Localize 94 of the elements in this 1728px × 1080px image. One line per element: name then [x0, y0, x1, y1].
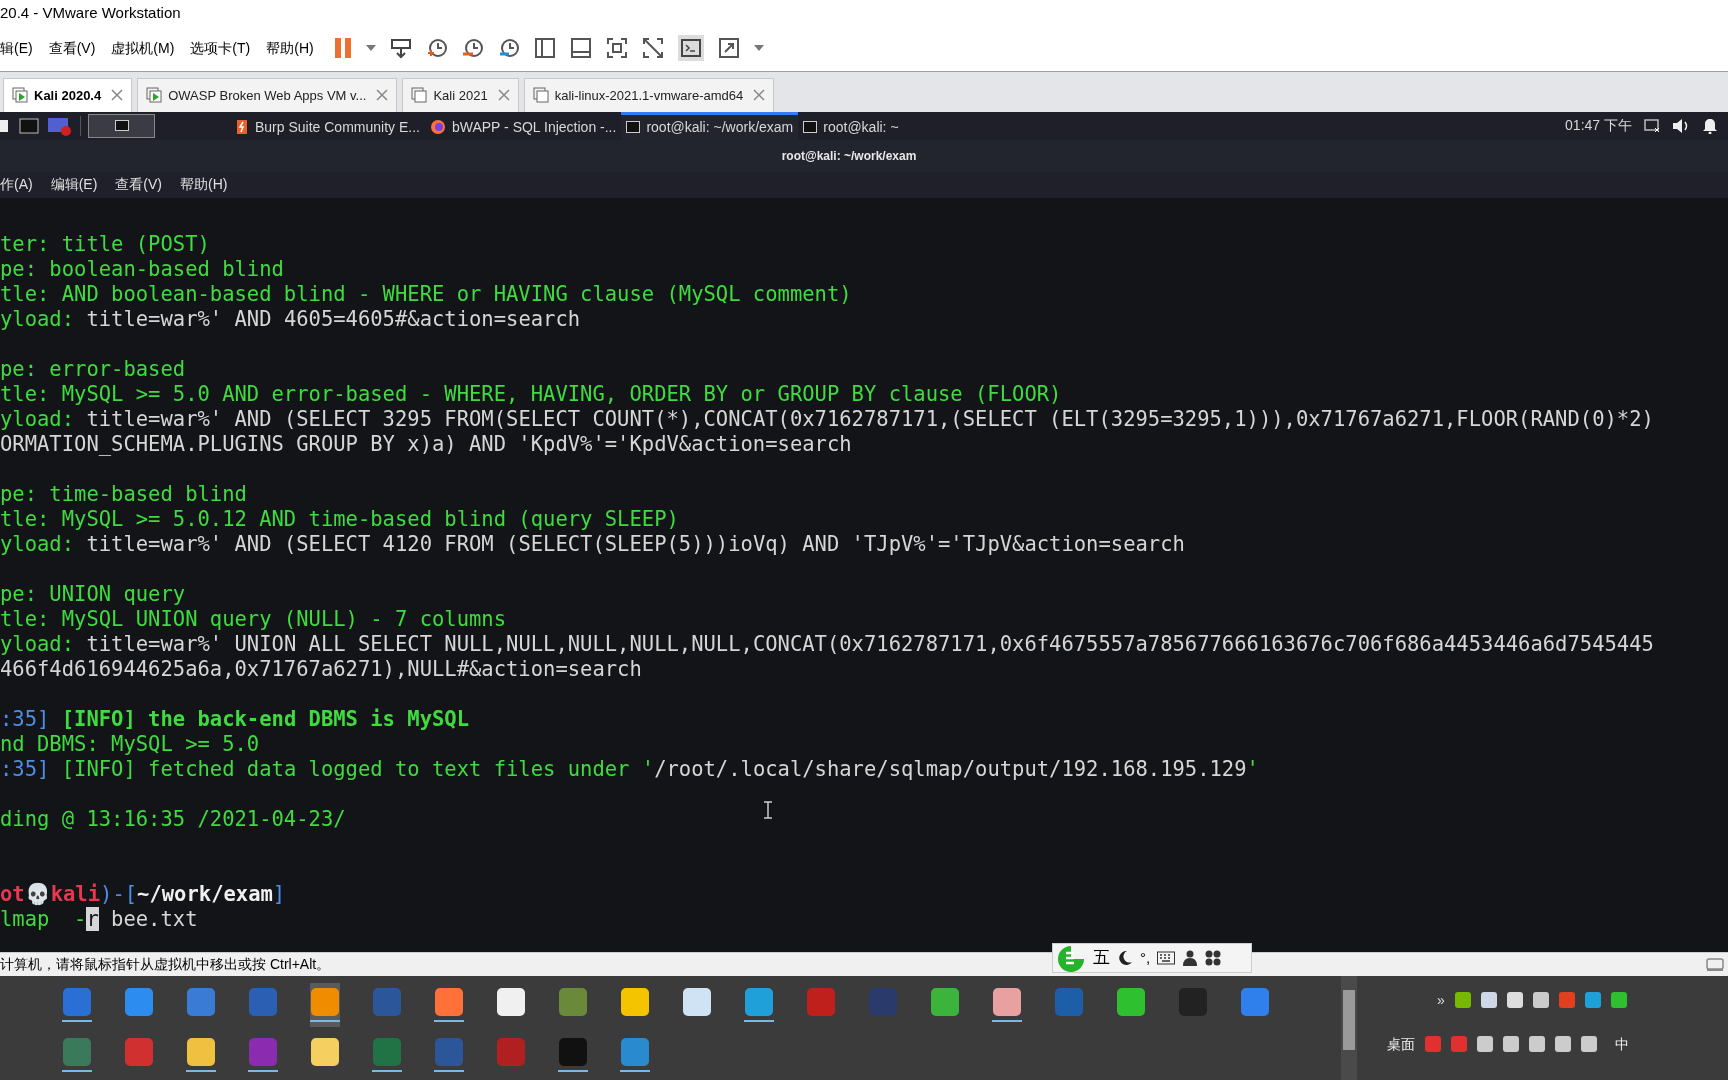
- snapshot-manager-icon[interactable]: [497, 37, 520, 60]
- running-vm-icon: [146, 87, 163, 104]
- terminal-line: yload: title=war%' AND (SELECT 4120 FROM (SELECT(SLEEP(5)))ioVq) AND 'TJpV%'='TJpV&action=search: [0, 531, 1185, 557]
- vm-tab[interactable]: Kali 2021: [402, 77, 519, 112]
- send-keys-icon[interactable]: [389, 37, 412, 60]
- status-message: 计算机，请将鼠标指针从虚拟机中移出或按 Ctrl+Alt。: [0, 955, 331, 974]
- grid-icon[interactable]: [1205, 950, 1222, 967]
- sidebar-view-icon[interactable]: [533, 37, 556, 60]
- moon-icon[interactable]: [1117, 950, 1133, 967]
- terminal-line: ot💀kali)-[~/work/exam]: [0, 881, 286, 907]
- terminal-line: ding @ 13:16:35 /2021-04-23/: [0, 806, 346, 832]
- terminal-icon[interactable]: [18, 117, 40, 134]
- terminal-line: :35] [INFO] fetched data logged to text files under '/root/.local/share/sqlmap/output/192.168.195.129': [0, 756, 1259, 782]
- input-language-button[interactable]: 中: [1615, 1033, 1629, 1055]
- close-icon[interactable]: [753, 89, 766, 102]
- menu-item[interactable]: 帮助(H): [266, 37, 314, 59]
- punctuation-button[interactable]: °,: [1140, 946, 1151, 970]
- thumbnail-view-icon[interactable]: [569, 37, 592, 60]
- terminal-icon: [626, 121, 641, 134]
- terminal-line: pe: UNION query: [0, 581, 186, 607]
- taskbar-window-button[interactable]: bWAPP - SQL Injection -...: [424, 111, 622, 140]
- clock: 01:47 下午: [1565, 116, 1632, 136]
- revert-snapshot-icon[interactable]: [461, 37, 484, 60]
- burp-icon: [235, 119, 249, 136]
- caret-icon[interactable]: [753, 45, 764, 52]
- screen-recorder-icon[interactable]: [46, 115, 72, 136]
- terminal-icon: [114, 120, 129, 132]
- terminal-line: pe: time-based blind: [0, 481, 247, 507]
- menu-item[interactable]: 查看(V): [115, 174, 162, 196]
- terminal-line: ORMATION_SCHEMA.PLUGINS GROUP BY x)a) AND 'KpdV%'='KpdV&action=search: [0, 431, 852, 457]
- browser-icon: [429, 119, 446, 136]
- person-icon[interactable]: [1182, 950, 1199, 967]
- menu-item[interactable]: 作(A): [0, 174, 33, 196]
- vm-tab[interactable]: kali-linux-2021.1-vmware-amd64: [523, 77, 775, 112]
- taskbar-window-button[interactable]: Burp Suite Community E...: [230, 111, 425, 140]
- pause-icon[interactable]: [333, 36, 352, 61]
- taskbar-window-button[interactable]: root@kali: ~: [798, 111, 904, 140]
- vm-tab[interactable]: Kali 2020.4: [3, 77, 133, 112]
- tray-icon[interactable]: [1532, 992, 1549, 1008]
- terminal-line: tle: MySQL >= 5.0.12 AND time-based blind (query SLEEP): [0, 506, 679, 532]
- scroll-bar[interactable]: [1341, 976, 1357, 1080]
- volume-icon[interactable]: [1672, 117, 1690, 134]
- window-title: 20.4 - VMware Workstation: [0, 2, 181, 23]
- terminal-line: 466f4d616944625a6a,0x71767a6271),NULL#&action=search: [0, 656, 642, 682]
- menu-item[interactable]: 选项卡(T): [190, 37, 251, 59]
- tray-icon[interactable]: [1480, 992, 1497, 1008]
- menu-item[interactable]: 辑(E): [0, 37, 33, 59]
- vm-icon: [411, 87, 428, 104]
- terminal-line: lmap -r bee.txt: [0, 906, 198, 932]
- notification-icon[interactable]: [1702, 117, 1718, 134]
- keyboard-icon[interactable]: [1157, 951, 1176, 966]
- terminal-line: yload: title=war%' UNION ALL SELECT NULL,NULL,NULL,NULL,NULL,CONCAT(0x7162787171,0x6f4675557a785677666163676c706f686a4453446a6d7545445: [0, 631, 1654, 657]
- ime-logo-icon[interactable]: [1056, 944, 1086, 973]
- terminal-title: root@kali: ~/work/exam: [781, 147, 917, 165]
- menu-item[interactable]: 虚拟机(M): [111, 37, 175, 59]
- menu-item[interactable]: 帮助(H): [180, 174, 228, 196]
- removable-device-icon[interactable]: [1706, 956, 1726, 973]
- tray-icon[interactable]: [1584, 992, 1601, 1008]
- close-icon[interactable]: [497, 89, 510, 102]
- overflow-button[interactable]: »: [1437, 989, 1445, 1011]
- terminal-line: nd DBMS: MySQL >= 5.0: [0, 731, 260, 757]
- menu-item[interactable]: 查看(V): [48, 37, 96, 59]
- menu-item[interactable]: 编辑(E): [50, 174, 98, 196]
- full-screen-icon[interactable]: [605, 37, 628, 60]
- tray-icon[interactable]: [1506, 992, 1523, 1008]
- stretch-icon[interactable]: [717, 37, 740, 60]
- close-icon[interactable]: [111, 89, 124, 102]
- terminal-line: pe: boolean-based blind: [0, 256, 284, 282]
- workspace-button[interactable]: [88, 113, 155, 138]
- terminal-line: tle: MySQL UNION query (NULL) - 7 columns: [0, 606, 507, 632]
- terminal-line: :35] [INFO] the back-end DBMS is MySQL: [0, 706, 469, 732]
- show-desktop-button[interactable]: 桌面: [1387, 1033, 1415, 1055]
- terminal-icon: [803, 121, 818, 134]
- vm-icon: [532, 87, 549, 104]
- terminal-line: yload: title=war%' AND (SELECT 3295 FROM(SELECT COUNT(*),CONCAT(0x7162787171,(SELECT (ELT(3295=3295,1))),0x71767a6271,FLOOR(RAND(0)*2): [0, 406, 1654, 432]
- vm-tab[interactable]: OWASP Broken Web Apps VM v...: [137, 77, 398, 112]
- console-icon[interactable]: [677, 35, 704, 62]
- network-icon[interactable]: [1644, 118, 1660, 133]
- unity-icon[interactable]: [641, 37, 664, 60]
- ime-mode-button[interactable]: 五: [1093, 945, 1110, 971]
- tray-icon[interactable]: [1454, 992, 1471, 1008]
- terminal-line: yload: title=war%' AND 4605=4605#&action=search: [0, 306, 581, 332]
- caret-icon[interactable]: [365, 45, 376, 52]
- terminal-line: pe: error-based: [0, 356, 186, 382]
- terminal-line: tle: MySQL >= 5.0 AND error-based - WHERE, HAVING, ORDER BY or GROUP BY clause (FLOOR): [0, 381, 1062, 407]
- running-vm-icon: [12, 87, 28, 104]
- tray-icon[interactable]: [1610, 992, 1627, 1008]
- text-cursor-icon: [763, 800, 773, 819]
- snapshot-icon[interactable]: [425, 37, 448, 60]
- taskbar-window-button[interactable]: root@kali: ~/work/exam: [621, 111, 799, 140]
- terminal-line: tle: AND boolean-based blind - WHERE or HAVING clause (MySQL comment): [0, 281, 852, 307]
- terminal-line: ter: title (POST): [0, 231, 210, 257]
- close-icon[interactable]: [376, 89, 389, 102]
- file-icon[interactable]: [0, 117, 8, 134]
